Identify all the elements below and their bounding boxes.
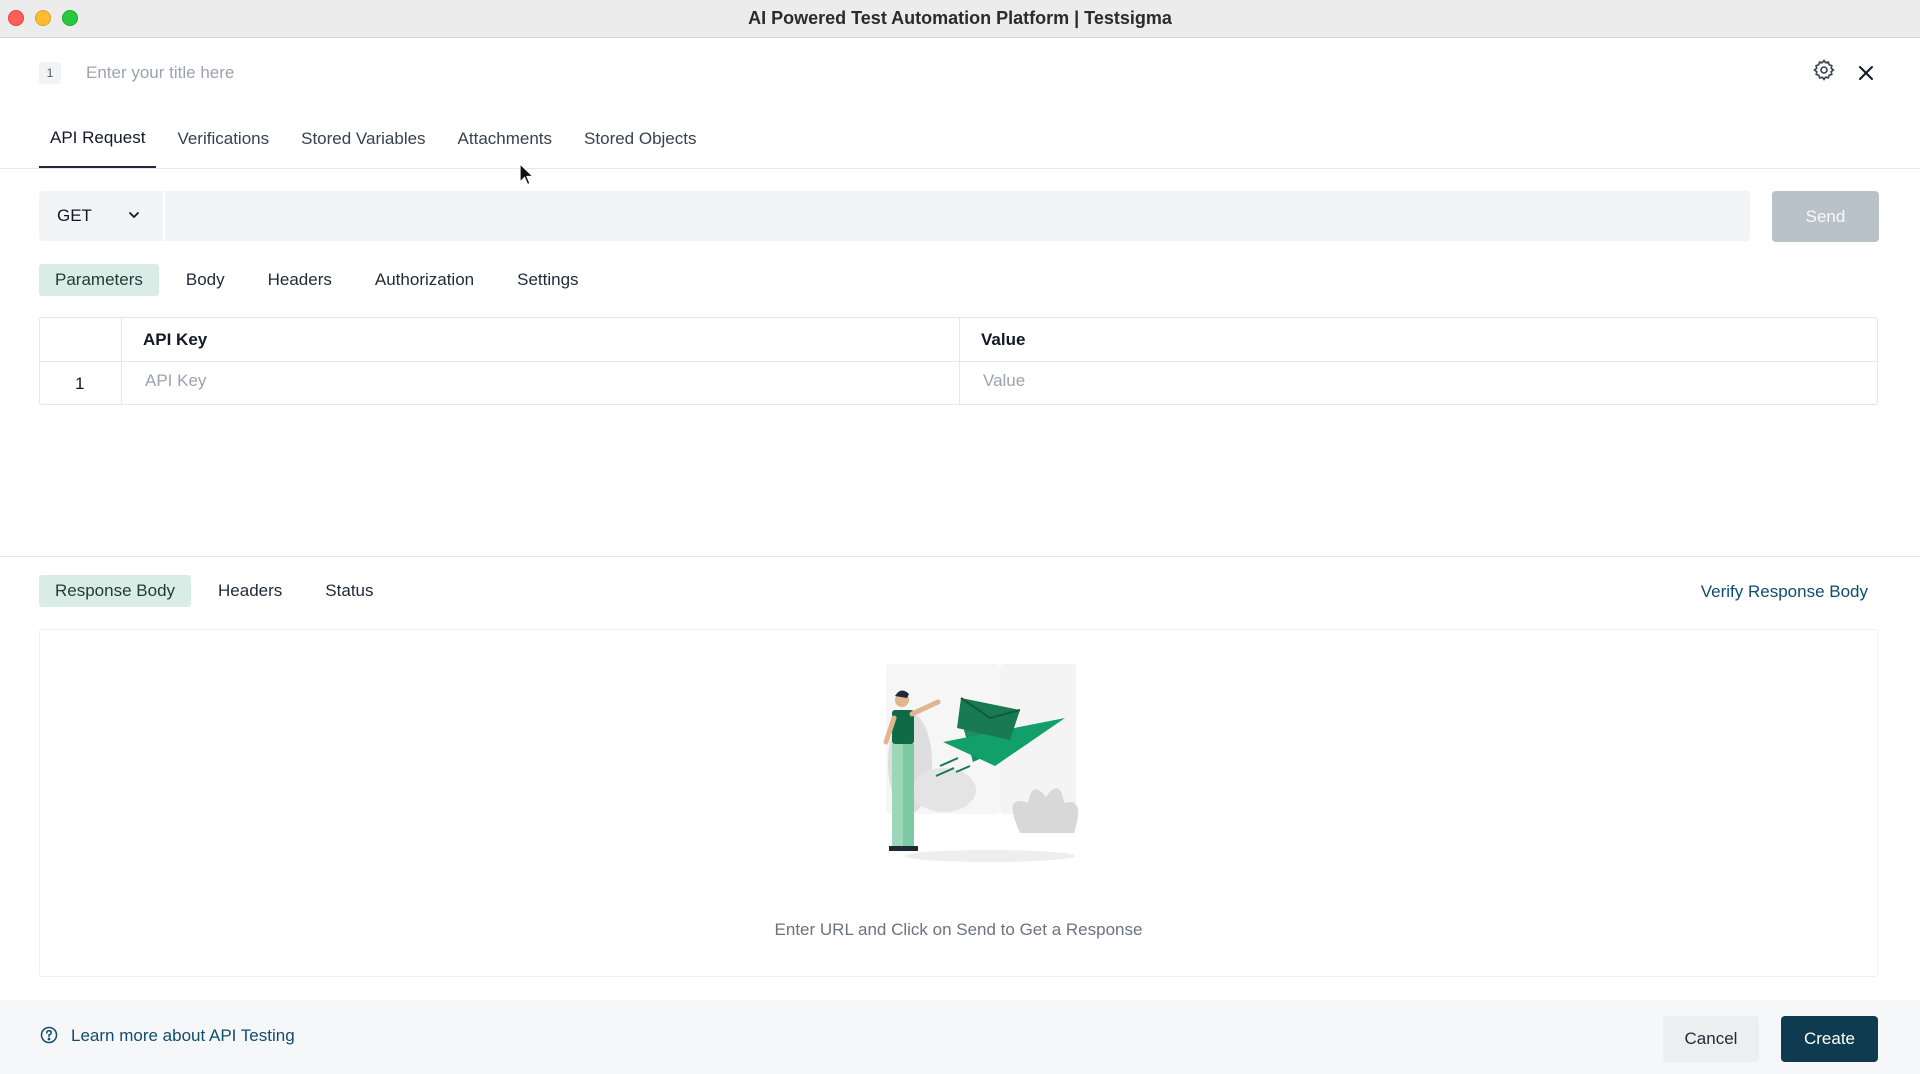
- tab-stored-variables[interactable]: Stored Variables: [290, 110, 436, 168]
- tab-response-headers[interactable]: Headers: [202, 575, 298, 607]
- gear-icon[interactable]: [1812, 58, 1836, 82]
- send-button[interactable]: Send: [1772, 191, 1879, 242]
- mouse-cursor-icon: [519, 163, 535, 186]
- window-controls: [8, 10, 78, 26]
- tab-parameters[interactable]: Parameters: [39, 264, 159, 296]
- window-zoom-button[interactable]: [62, 10, 78, 26]
- tab-body[interactable]: Body: [170, 264, 241, 296]
- create-button[interactable]: Create: [1781, 1016, 1878, 1062]
- tab-response-body[interactable]: Response Body: [39, 575, 192, 607]
- tabs-divider: [0, 168, 1920, 169]
- chevron-down-icon: [129, 212, 139, 218]
- param-key-input[interactable]: [143, 370, 947, 392]
- tab-api-request[interactable]: API Request: [39, 110, 157, 168]
- window-titlebar: AI Powered Test Automation Platform | Te…: [0, 0, 1920, 38]
- column-header-value: Value: [981, 330, 1026, 349]
- step-number-badge: 1: [39, 62, 61, 84]
- window-minimize-button[interactable]: [35, 10, 51, 26]
- window-title: AI Powered Test Automation Platform | Te…: [748, 8, 1172, 28]
- verify-response-body-link[interactable]: Verify Response Body: [1701, 582, 1868, 602]
- request-url-input[interactable]: [165, 191, 1750, 241]
- empty-state-illustration: [883, 664, 1079, 862]
- section-divider: [0, 556, 1920, 557]
- param-value-input[interactable]: [981, 370, 1865, 392]
- empty-response-message: Enter URL and Click on Send to Get a Res…: [774, 920, 1143, 939]
- tab-response-status[interactable]: Status: [309, 575, 389, 607]
- tab-authorization[interactable]: Authorization: [359, 264, 490, 296]
- column-header-api-key: API Key: [143, 330, 208, 349]
- row-number: 1: [75, 374, 85, 393]
- main-tabs: API Request Verifications Stored Variabl…: [39, 110, 718, 170]
- dialog-footer: Learn more about API Testing Cancel Crea…: [0, 1000, 1920, 1074]
- http-method-select[interactable]: GET: [39, 191, 163, 241]
- response-subtabs: Response Body Headers Status: [39, 575, 401, 607]
- tab-stored-objects[interactable]: Stored Objects: [573, 110, 707, 168]
- tab-headers[interactable]: Headers: [252, 264, 348, 296]
- table-divider: [40, 361, 1877, 362]
- tab-settings[interactable]: Settings: [501, 264, 594, 296]
- parameters-table: API Key Value 1: [39, 317, 1878, 405]
- window-close-button[interactable]: [8, 10, 24, 26]
- tab-verifications[interactable]: Verifications: [166, 110, 280, 168]
- step-title-input[interactable]: [84, 58, 788, 88]
- close-icon[interactable]: [1854, 61, 1878, 85]
- http-method-value: GET: [57, 206, 92, 225]
- help-circle-icon[interactable]: [40, 1026, 58, 1044]
- response-panel: Enter URL and Click on Send to Get a Res…: [39, 629, 1878, 977]
- learn-more-link[interactable]: Learn more about API Testing: [71, 1026, 295, 1046]
- cancel-button[interactable]: Cancel: [1663, 1016, 1759, 1062]
- tab-attachments[interactable]: Attachments: [447, 110, 564, 168]
- request-subtabs: Parameters Body Headers Authorization Se…: [39, 264, 606, 296]
